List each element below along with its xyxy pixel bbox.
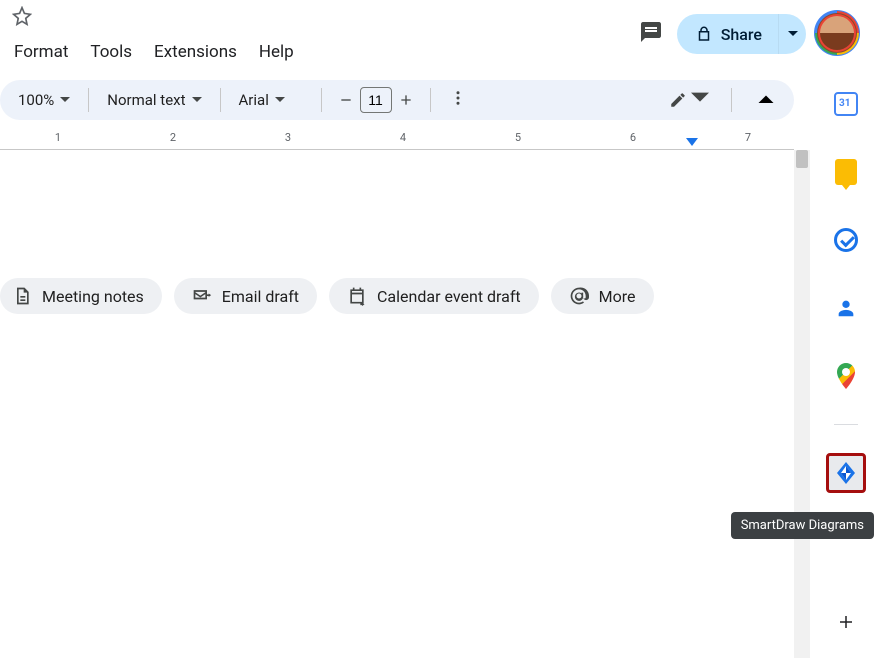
ruler[interactable]: 1 2 3 4 5 6 7	[0, 126, 794, 150]
zoom-value: 100%	[18, 91, 54, 109]
editing-mode-dropdown[interactable]	[663, 85, 715, 115]
chip-label: Meeting notes	[42, 287, 144, 306]
ruler-tick: 7	[745, 131, 751, 144]
chevron-up-icon	[748, 82, 784, 118]
maps-addon-icon[interactable]	[826, 356, 866, 396]
more-vert-icon	[449, 89, 467, 107]
minus-icon	[338, 92, 354, 108]
chip-label: Calendar event draft	[377, 287, 521, 306]
comments-icon[interactable]	[639, 20, 663, 48]
share-button[interactable]: Share	[677, 14, 778, 54]
font-size-group	[332, 86, 420, 114]
toolbar: 100% Normal text Arial	[0, 80, 794, 120]
share-dropdown[interactable]	[778, 14, 806, 54]
share-label: Share	[721, 25, 762, 44]
ruler-tick: 5	[515, 131, 521, 144]
ruler-tick: 4	[400, 131, 406, 144]
plus-icon	[398, 92, 414, 108]
star-icon[interactable]	[12, 6, 32, 30]
paragraph-style-dropdown[interactable]: Normal text	[99, 87, 209, 113]
calendar-addon-icon[interactable]	[826, 84, 866, 124]
separator	[731, 88, 732, 112]
plus-icon	[837, 613, 855, 631]
ruler-right-indent-marker[interactable]	[686, 138, 698, 146]
font-dropdown[interactable]: Arial	[231, 87, 311, 113]
email-icon	[192, 286, 212, 306]
caret-down-icon	[60, 91, 70, 109]
chip-calendar-event[interactable]: Calendar event draft	[329, 278, 539, 314]
menu-bar: Format Tools Extensions Help	[12, 38, 296, 66]
pencil-icon	[669, 91, 687, 109]
caret-down-icon	[192, 91, 202, 109]
menu-format[interactable]: Format	[12, 38, 70, 66]
chip-label: More	[599, 287, 636, 306]
caret-down-icon	[275, 91, 285, 109]
document-icon	[12, 286, 32, 306]
vertical-scrollbar[interactable]	[794, 150, 810, 658]
menu-tools[interactable]: Tools	[88, 38, 134, 66]
separator	[834, 424, 858, 425]
get-addons-button[interactable]	[836, 612, 856, 632]
chip-more[interactable]: More	[551, 278, 654, 314]
chip-label: Email draft	[222, 287, 299, 306]
increase-font-button[interactable]	[392, 86, 420, 114]
paragraph-style-value: Normal text	[107, 91, 185, 109]
separator	[88, 88, 89, 112]
caret-down-icon	[788, 29, 798, 39]
ruler-tick: 6	[630, 131, 636, 144]
smartdraw-logo-icon	[833, 460, 859, 486]
account-avatar[interactable]	[816, 12, 858, 54]
tasks-addon-icon[interactable]	[826, 220, 866, 260]
smartdraw-addon-icon[interactable]	[826, 453, 866, 493]
at-icon	[569, 286, 589, 306]
font-value: Arial	[239, 91, 269, 109]
tooltip: SmartDraw Diagrams	[731, 512, 874, 539]
lock-icon	[695, 25, 713, 43]
keep-addon-icon[interactable]	[826, 152, 866, 192]
document-canvas[interactable]	[0, 150, 794, 658]
chip-meeting-notes[interactable]: Meeting notes	[0, 278, 162, 314]
side-panel	[816, 74, 876, 658]
scrollbar-thumb[interactable]	[796, 150, 808, 168]
menu-extensions[interactable]: Extensions	[152, 38, 239, 66]
ruler-tick: 1	[55, 131, 61, 144]
separator	[220, 88, 221, 112]
more-toolbar-button[interactable]	[449, 89, 467, 111]
collapse-toolbar-button[interactable]	[748, 82, 784, 118]
calendar-icon	[347, 286, 367, 306]
separator	[321, 88, 322, 112]
zoom-dropdown[interactable]: 100%	[10, 87, 78, 113]
ruler-tick: 2	[170, 131, 176, 144]
decrease-font-button[interactable]	[332, 86, 360, 114]
font-size-input[interactable]	[360, 87, 392, 113]
contacts-addon-icon[interactable]	[826, 288, 866, 328]
share-group: Share	[677, 14, 806, 54]
chip-email-draft[interactable]: Email draft	[174, 278, 317, 314]
suggestion-chips: Meeting notes Email draft Calendar event…	[0, 278, 654, 314]
caret-down-icon	[691, 89, 709, 111]
menu-help[interactable]: Help	[257, 38, 296, 66]
separator	[430, 88, 431, 112]
ruler-tick: 3	[285, 131, 291, 144]
